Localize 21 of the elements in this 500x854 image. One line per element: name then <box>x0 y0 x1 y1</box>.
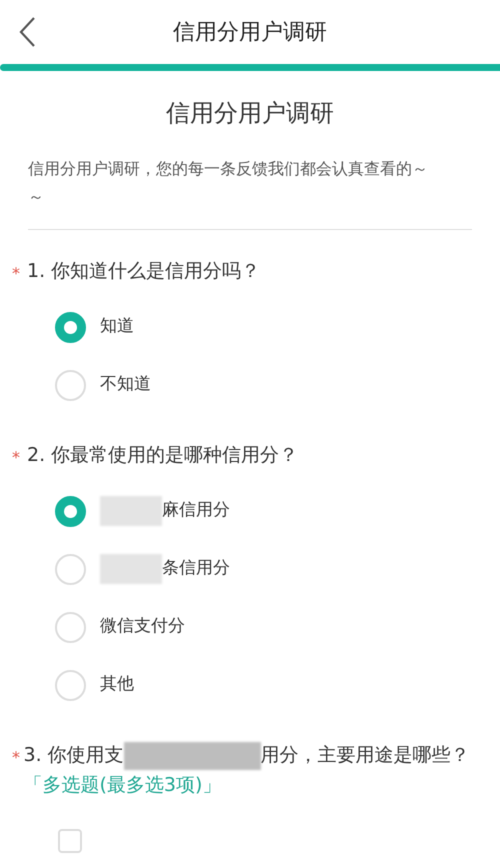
option-label: 知道 <box>100 315 134 338</box>
survey-title: 信用分用户调研 <box>165 98 335 129</box>
survey-description: 信用分用户调研，您的每一条反馈我们都会认真查看的～～ <box>28 158 429 208</box>
header-title: 信用分用户调研 <box>173 18 327 46</box>
option-label: 不知道 <box>100 373 151 396</box>
checkbox[interactable] <box>58 829 82 853</box>
question-title: 3. 你使用支 <box>24 744 124 766</box>
required-mark: * <box>12 747 20 769</box>
option-label: 麻信用分 <box>162 499 230 522</box>
option-label: 其他 <box>100 673 134 696</box>
question-title: 用分，主要用途是哪些？ <box>260 744 470 766</box>
option-label: 微信支付分 <box>100 615 185 638</box>
radio-button[interactable] <box>55 312 86 342</box>
question-title: 1. 你知道什么是信用分吗？ <box>27 260 260 282</box>
back-icon[interactable] <box>18 16 36 48</box>
required-mark: * <box>12 447 21 469</box>
question-title: 2. 你最常使用的是哪种信用分？ <box>27 444 298 466</box>
question-hint: 「多选题(最多选3项)」 <box>24 774 222 796</box>
option-label: 条信用分 <box>162 557 230 580</box>
required-mark: * <box>12 263 21 285</box>
radio-button[interactable] <box>55 496 86 526</box>
